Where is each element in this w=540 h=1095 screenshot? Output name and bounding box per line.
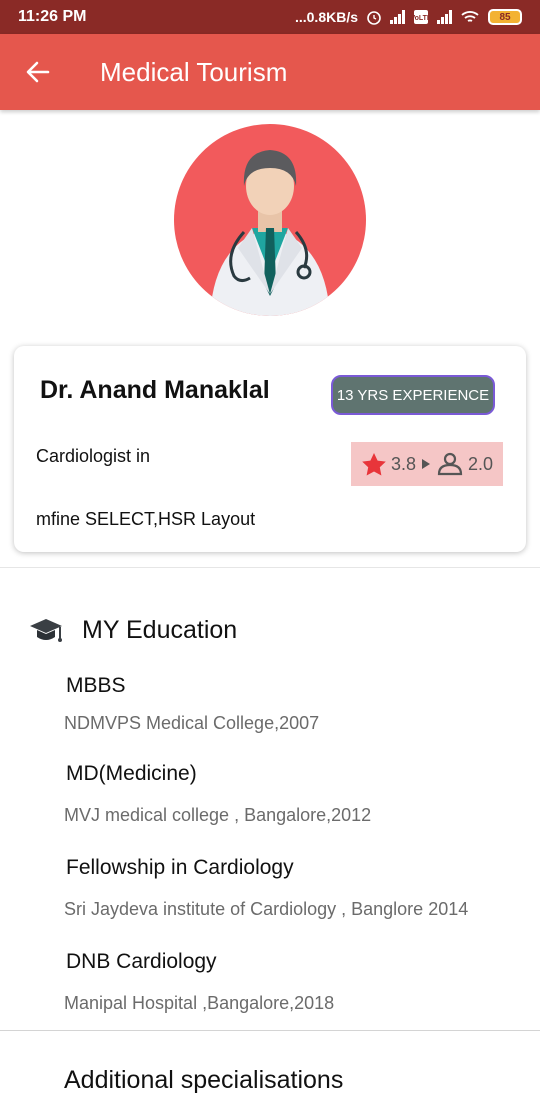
battery-icon: 85 [488,9,522,25]
additional-specialisations-heading: Additional specialisations [64,1066,344,1094]
alarm-icon [367,11,381,25]
experience-badge: 13 YRS EXPERIENCE [331,375,495,415]
page-title: Medical Tourism [100,56,288,87]
status-time: 11:26 PM [18,8,87,25]
doctor-avatar [174,124,366,316]
status-icons: ...0.8KB/s VoLTE 85 [295,9,522,25]
divider [0,1030,540,1031]
doctor-name: Dr. Anand Manaklal [40,376,270,404]
person-icon [437,452,463,476]
education-heading: MY Education [82,615,238,644]
education-institution: MVJ medical college , Bangalore,2012 [64,805,372,825]
education-institution: Sri Jaydeva institute of Cardiology , Ba… [64,899,469,919]
education-degree: MD(Medicine) [66,762,197,785]
doctor-location: mfine SELECT,HSR Layout [36,509,256,529]
arrow-left-icon [26,61,50,83]
education-degree: DNB Cardiology [66,950,217,973]
app-bar: Medical Tourism [0,34,540,110]
education-header: MY Education [28,612,237,648]
play-arrow-icon [422,459,430,469]
volte-icon: VoLTE [413,10,429,24]
rating-box: 3.8 2.0 [351,442,503,486]
education-degree: Fellowship in Cardiology [66,856,294,879]
back-button[interactable] [0,34,76,110]
signal-icon [390,10,405,24]
4g-signal-icon [437,10,452,24]
education-institution: Manipal Hospital ,Bangalore,2018 [64,993,335,1013]
status-bar: 11:26 PM ...0.8KB/s VoLTE 85 [0,0,540,34]
education-degree: MBBS [66,674,126,697]
divider [0,567,540,568]
doctor-illustration [210,150,330,316]
wifi-icon [461,11,479,22]
doctor-specialty: Cardiologist in [36,446,151,466]
patient-rating-value: 2.0 [468,453,494,474]
education-institution: NDMVPS Medical College,2007 [64,713,320,733]
svg-text:VoLTE: VoLTE [413,15,429,22]
graduation-cap-icon [30,619,62,642]
rating-value: 3.8 [390,453,416,474]
doctor-info-card: Dr. Anand Manaklal 13 YRS EXPERIENCE Car… [14,346,526,552]
network-speed: ...0.8KB/s [294,9,358,25]
star-icon [362,453,386,476]
